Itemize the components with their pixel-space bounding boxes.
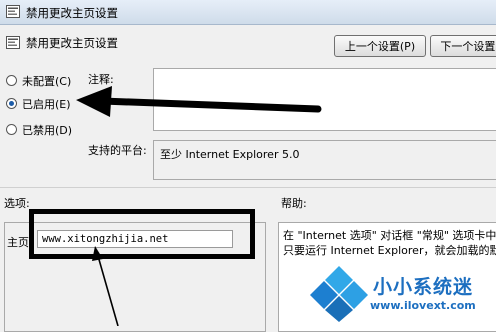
watermark-url: www.ilovext.com: [370, 299, 476, 312]
windows-logo-icon: [310, 266, 368, 322]
watermark-name: 小小系统迷: [373, 276, 474, 298]
